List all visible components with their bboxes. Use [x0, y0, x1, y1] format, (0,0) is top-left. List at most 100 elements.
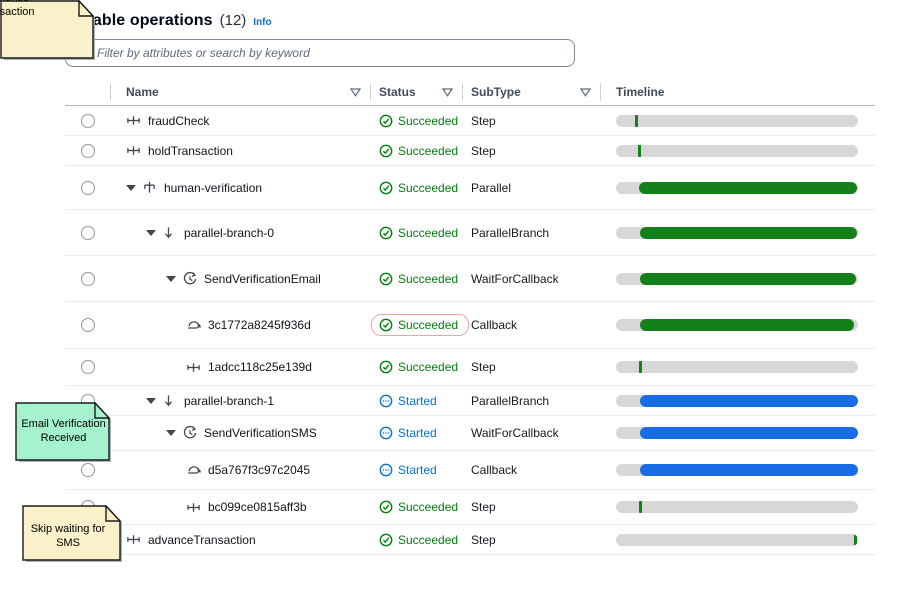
row-select-radio[interactable] [81, 181, 95, 195]
search-input[interactable] [97, 46, 564, 60]
annotation-note: Skip waiting for SMS [22, 505, 118, 566]
row-select-radio[interactable] [81, 360, 95, 374]
step-icon [186, 499, 202, 515]
filter-icon[interactable] [580, 88, 591, 97]
timeline-bar [616, 273, 858, 285]
parallel-icon [142, 180, 158, 196]
row-select-radio[interactable] [81, 226, 95, 240]
step-icon [126, 532, 142, 548]
wait-callback-icon [182, 271, 198, 287]
table-row: advanceTransaction Succeeded Step [65, 525, 875, 555]
subtype-label: ParallelBranch [463, 226, 601, 240]
table-row: fraudCheckSucceededStep [65, 106, 875, 136]
status-badge: Succeeded [379, 500, 458, 514]
succeeded-icon [379, 272, 393, 286]
status-badge: Started [379, 426, 437, 440]
expand-caret[interactable] [126, 185, 136, 191]
info-link[interactable]: Info [253, 17, 271, 28]
row-name: advanceTransaction [148, 533, 256, 547]
subtype-label: Step [463, 360, 601, 374]
row-name: parallel-branch-1 [184, 394, 274, 408]
status-label: Succeeded [398, 144, 458, 158]
status-label: Succeeded [398, 360, 458, 374]
row-select-radio[interactable] [81, 318, 95, 332]
started-icon [379, 394, 393, 408]
column-header-subtype[interactable]: SubType [463, 79, 601, 105]
timeline-bar [616, 534, 858, 546]
filter-icon[interactable] [350, 88, 361, 97]
status-badge: Succeeded [371, 314, 469, 336]
table-row: SendVerificationSMSStartedWaitForCallbac… [65, 416, 875, 451]
row-name: 3c1772a8245f936d [208, 318, 311, 332]
status-badge: Succeeded [379, 533, 458, 547]
table-row: 3c1772a8245f936dSucceededCallback [65, 302, 875, 349]
started-icon [379, 463, 393, 477]
subtype-label: Step [463, 144, 601, 158]
row-select-radio[interactable] [81, 272, 95, 286]
expand-caret[interactable] [146, 230, 156, 236]
timeline-bar [616, 145, 858, 157]
timeline-bar [616, 361, 858, 373]
table-row: bc099ce0815aff3bSucceededStep [65, 490, 875, 525]
subtype-label: Callback [463, 463, 601, 477]
expand-caret[interactable] [166, 430, 176, 436]
timeline-bar [616, 319, 858, 331]
panel-header: Durable operations (12) Info [65, 12, 875, 30]
subtype-label: Step [463, 533, 601, 547]
filter-box [65, 39, 575, 67]
expand-caret[interactable] [146, 398, 156, 404]
table-row: parallel-branch-1StartedParallelBranch [65, 386, 875, 416]
row-name: d5a767f3c97c2045 [208, 463, 310, 477]
succeeded-icon [379, 114, 393, 128]
selection-column-header [65, 79, 111, 105]
status-label: Started [398, 463, 437, 477]
status-label: Succeeded [398, 272, 458, 286]
subtype-label: WaitForCallback [463, 272, 601, 286]
timeline-bar [616, 115, 858, 127]
durable-operations-panel: Durable operations (12) Info Name Status [65, 12, 875, 555]
timeline-bar [616, 464, 858, 476]
annotation-text: Authorize Transaction [0, 0, 16, 10]
column-label: Timeline [601, 85, 664, 99]
row-name: SendVerificationSMS [204, 426, 317, 440]
branch-icon [162, 225, 178, 241]
row-name: 1adcc118c25e139d [208, 360, 312, 374]
table-row: parallel-branch-0SucceededParallelBranch [65, 210, 875, 256]
succeeded-icon [379, 360, 393, 374]
step-icon [186, 359, 202, 375]
column-label: SubType [463, 85, 521, 99]
status-label: Succeeded [398, 318, 458, 332]
filter-icon[interactable] [442, 88, 453, 97]
row-name: fraudCheck [148, 114, 209, 128]
succeeded-icon [379, 500, 393, 514]
row-select-radio[interactable] [81, 144, 95, 158]
status-label: Succeeded [398, 226, 458, 240]
column-header-status[interactable]: Status [371, 79, 463, 105]
table-header: Name Status SubType Timeline [65, 79, 875, 106]
expand-caret[interactable] [166, 276, 176, 282]
status-label: Started [398, 426, 437, 440]
row-select-radio[interactable] [81, 463, 95, 477]
succeeded-icon [379, 226, 393, 240]
step-icon [126, 113, 142, 129]
column-header-timeline: Timeline [601, 79, 875, 105]
table-body: fraudCheckSucceededStepholdTransactionSu… [65, 106, 875, 555]
table-row: holdTransactionSucceededStep [65, 136, 875, 166]
timeline-bar [616, 227, 858, 239]
row-name: human-verification [164, 181, 262, 195]
column-label: Name [111, 85, 159, 99]
status-badge: Started [379, 394, 437, 408]
annotation-note: Email Verification Received [15, 402, 116, 460]
column-header-name[interactable]: Name [111, 79, 371, 105]
item-count: (12) [220, 12, 247, 29]
callback-icon [186, 462, 202, 478]
table-row: 1adcc118c25e139d Succeeded Step [65, 349, 875, 386]
status-label: Succeeded [398, 181, 458, 195]
succeeded-icon [379, 318, 393, 332]
timeline-bar [616, 501, 858, 513]
branch-icon [162, 393, 178, 409]
status-label: Succeeded [398, 533, 458, 547]
callback-icon [186, 317, 202, 333]
status-label: Succeeded [398, 114, 458, 128]
row-select-radio[interactable] [81, 114, 95, 128]
